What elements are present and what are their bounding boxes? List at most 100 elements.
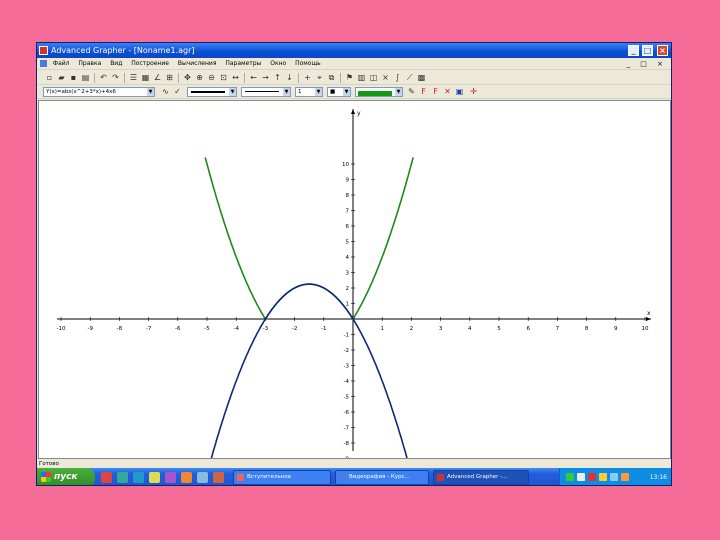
- scroll-up-icon[interactable]: ↑: [273, 73, 282, 82]
- menu-file[interactable]: Файл: [53, 58, 70, 70]
- antivirus-icon[interactable]: [588, 473, 596, 481]
- y-tick-label: -4: [344, 379, 350, 385]
- crosshair-icon[interactable]: +: [303, 73, 312, 82]
- minimize-button[interactable]: _: [628, 45, 639, 56]
- redo-icon[interactable]: ↷: [111, 73, 120, 82]
- menu-options[interactable]: Параметры: [225, 58, 261, 70]
- new-file-icon[interactable]: ▫: [45, 73, 54, 82]
- toolbar-separator: [94, 73, 95, 83]
- remove-graph-icon[interactable]: F: [431, 87, 440, 96]
- close-button[interactable]: ×: [657, 45, 668, 56]
- save-icon[interactable]: ▪: [69, 73, 78, 82]
- line-color-selector[interactable]: ▼: [355, 87, 403, 97]
- menu-calculations[interactable]: Вычисления: [178, 58, 217, 70]
- line-style-sample: [191, 91, 225, 93]
- volume-icon[interactable]: [577, 473, 585, 481]
- graph-canvas[interactable]: x y -10 -9 -8 -7 -6 -5 -4 -3 -2 -1 1 2 3 4 5 6 7 8 9 10 10 9 8 7 6…: [38, 100, 671, 481]
- task-button-presentation[interactable]: Вступительное: [233, 470, 331, 485]
- start-button[interactable]: пуск: [37, 468, 95, 485]
- document-icon[interactable]: [40, 60, 47, 67]
- wave-icon[interactable]: ∿: [161, 87, 170, 96]
- derivative-icon[interactable]: ∠: [153, 73, 162, 82]
- graph-plot[interactable]: x y -10 -9 -8 -7 -6 -5 -4 -3 -2 -1 1 2 3 4 5 6 7 8 9 10 10 9 8 7 6…: [39, 101, 670, 481]
- delete-icon[interactable]: ✕: [443, 87, 452, 96]
- graph-list-icon[interactable]: ☰: [129, 73, 138, 82]
- integral-icon[interactable]: ∫: [393, 73, 402, 82]
- start-label: пуск: [54, 472, 78, 482]
- x-tick-label: 7: [556, 326, 560, 332]
- y-tick-label: 4: [346, 255, 350, 261]
- line-width-selector[interactable]: ▼: [241, 87, 291, 97]
- x-tick-label: -9: [87, 326, 93, 332]
- zoom-in-icon[interactable]: ⊕: [195, 73, 204, 82]
- scroll-left-icon[interactable]: ←: [249, 73, 258, 82]
- chart-icon[interactable]: ▥: [357, 73, 366, 82]
- clock: 13:16: [649, 474, 667, 481]
- display-icon[interactable]: [610, 473, 618, 481]
- open-file-icon[interactable]: ▰: [57, 73, 66, 82]
- app-shortcut-icon[interactable]: [181, 472, 192, 483]
- media-player-icon[interactable]: [101, 472, 112, 483]
- explorer-icon[interactable]: [117, 472, 128, 483]
- tangent-icon[interactable]: ⟋: [405, 73, 414, 82]
- undo-icon[interactable]: ↶: [99, 73, 108, 82]
- menu-window[interactable]: Окно: [270, 58, 286, 70]
- point-icon[interactable]: ✛: [469, 87, 478, 96]
- update-icon[interactable]: [621, 473, 629, 481]
- task-button-grapher[interactable]: Advanced Grapher -...: [433, 470, 529, 485]
- add-graph-icon[interactable]: F: [419, 87, 428, 96]
- scroll-right-icon[interactable]: →: [261, 73, 270, 82]
- chevron-down-icon[interactable]: ▼: [283, 88, 290, 96]
- properties-icon[interactable]: ▣: [455, 87, 464, 96]
- menu-plot[interactable]: Построение: [131, 58, 169, 70]
- x-tick-label: -10: [57, 326, 66, 332]
- grid-icon[interactable]: ⊞: [165, 73, 174, 82]
- chevron-down-icon[interactable]: ▼: [395, 88, 402, 96]
- line-color-swatch: [358, 91, 392, 96]
- analysis-icon[interactable]: ◫: [369, 73, 378, 82]
- move-icon[interactable]: ✥: [183, 73, 192, 82]
- zoom-out-icon[interactable]: ⊖: [207, 73, 216, 82]
- zoom-window-icon[interactable]: ⊡: [219, 73, 228, 82]
- chevron-down-icon[interactable]: ▼: [343, 88, 350, 96]
- title-bar[interactable]: Advanced Grapher - [Noname1.agr] _ □ ×: [37, 43, 671, 58]
- desktop-icon[interactable]: [197, 472, 208, 483]
- font-size-selector[interactable]: 1 ▼: [295, 87, 323, 97]
- scroll-down-icon[interactable]: ↓: [285, 73, 294, 82]
- messenger-icon[interactable]: [165, 472, 176, 483]
- maximize-button[interactable]: □: [642, 45, 653, 56]
- chevron-down-icon[interactable]: ▼: [147, 88, 154, 96]
- menu-help[interactable]: Помощь: [295, 58, 321, 70]
- y-axis-arrow: [351, 109, 355, 114]
- print-icon[interactable]: ▤: [81, 73, 90, 82]
- y-tick-label: 5: [346, 240, 350, 246]
- line-style-selector[interactable]: ▼: [187, 87, 237, 97]
- y-tick-label: -3: [344, 364, 350, 370]
- check-icon[interactable]: ✓: [173, 87, 182, 96]
- x-tick-label: 3: [439, 326, 443, 332]
- security-icon[interactable]: [599, 473, 607, 481]
- table-icon[interactable]: ▦: [141, 73, 150, 82]
- task-label: Вступительное: [247, 474, 292, 480]
- menu-edit[interactable]: Правка: [78, 58, 101, 70]
- trace-icon[interactable]: ⌖: [315, 73, 324, 82]
- folder-icon[interactable]: [149, 472, 160, 483]
- fit-icon[interactable]: ↔: [231, 73, 240, 82]
- marker-selector[interactable]: ■ ▼: [327, 87, 351, 97]
- shortcut-icon[interactable]: [213, 472, 224, 483]
- task-button-word[interactable]: Видеорафия - Курс...: [335, 470, 429, 485]
- chevron-down-icon[interactable]: ▼: [315, 88, 322, 96]
- network-icon[interactable]: [566, 473, 574, 481]
- chevron-down-icon[interactable]: ▼: [229, 88, 236, 96]
- mdi-window-controls[interactable]: _ □ ×: [627, 58, 667, 70]
- y-tick-label: 2: [346, 286, 350, 292]
- menu-view[interactable]: Вид: [110, 58, 122, 70]
- edit-graph-icon[interactable]: ✎: [407, 87, 416, 96]
- function-selector[interactable]: Y(x)=abs(x^2+3*x)+4x6 ▼: [43, 87, 155, 97]
- y-tick-label: 9: [346, 178, 350, 184]
- intersection-icon[interactable]: ⨯: [381, 73, 390, 82]
- calculator-icon[interactable]: ▩: [417, 73, 426, 82]
- internet-explorer-icon[interactable]: [133, 472, 144, 483]
- copy-graph-icon[interactable]: ⧉: [327, 73, 336, 82]
- flag-icon[interactable]: ⚑: [345, 73, 354, 82]
